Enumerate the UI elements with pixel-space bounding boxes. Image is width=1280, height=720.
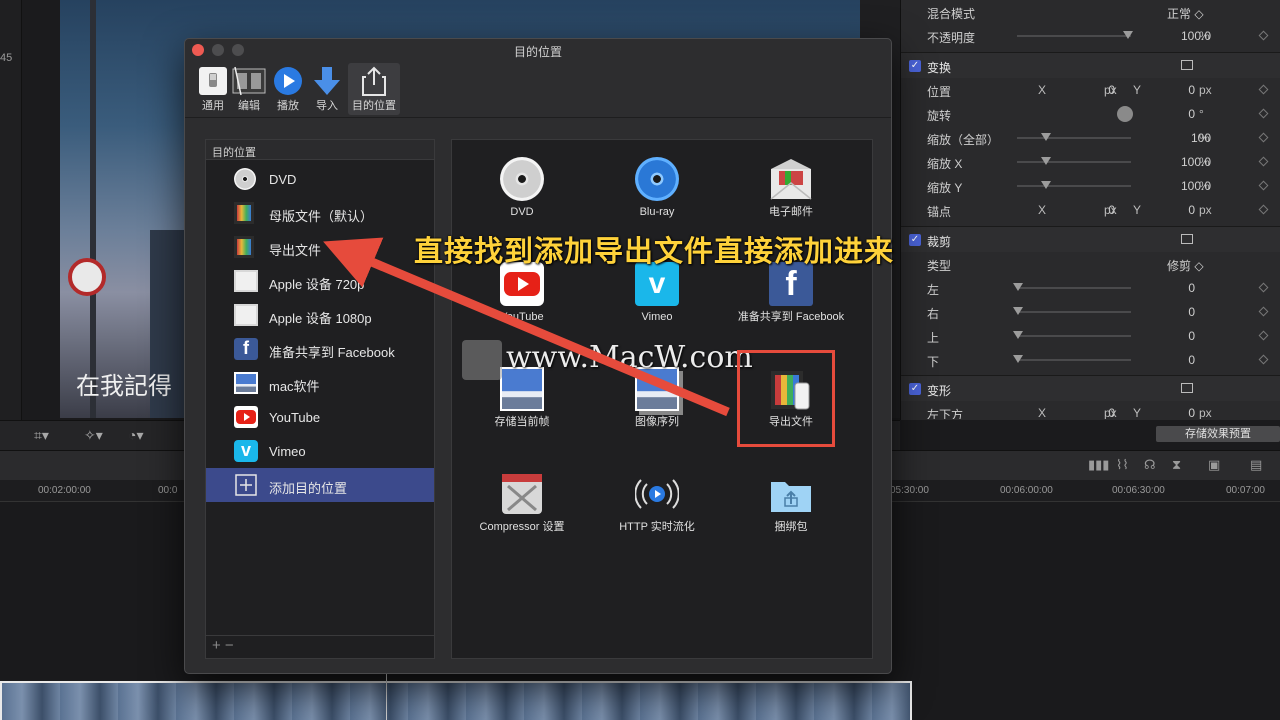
annotation-caption: 直接找到添加导出文件直接添加进来 — [414, 236, 895, 268]
arrow-line — [323, 237, 730, 417]
annotation-arrow — [323, 237, 730, 417]
